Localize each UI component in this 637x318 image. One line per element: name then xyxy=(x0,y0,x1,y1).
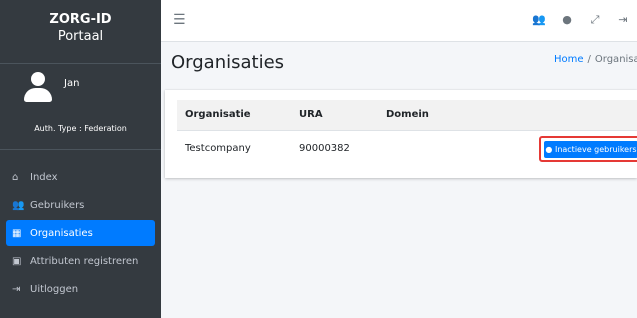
sidebar-item-label: Index xyxy=(30,171,58,183)
highlight-box: ● Inactieve gebruikers xyxy=(539,136,637,162)
inactive-users-button-label: Inactieve gebruikers xyxy=(554,145,637,154)
cell-ura: 90000382 xyxy=(299,143,350,154)
sidebar-item-label: Gebruikers xyxy=(30,199,85,211)
building-icon: ▦ xyxy=(12,227,22,239)
users-icon: 👥 xyxy=(12,199,25,211)
logout-icon[interactable]: ⇥ xyxy=(609,13,637,27)
sidebar-nav: ⌂ Index 👥 Gebruikers ▦ Organisaties ▣ At… xyxy=(0,164,161,302)
avatar-icon xyxy=(24,72,52,104)
sign-out-icon: ⇥ xyxy=(12,283,21,295)
column-header-ura: URA xyxy=(299,109,323,120)
brand-subtitle: Portaal xyxy=(57,29,104,44)
table-row: Testcompany 90000382 ● Inactieve gebruik… xyxy=(177,130,637,170)
sidebar-item-attributen-registreren[interactable]: ▣ Attributen registreren xyxy=(6,248,155,274)
topbar: ☰ 👥 ● ⤢ ⇥ xyxy=(161,0,637,42)
breadcrumb: Home/Organisaties xyxy=(554,54,637,65)
home-icon: ⌂ xyxy=(12,171,19,183)
menu-icon[interactable]: ☰ xyxy=(173,12,186,28)
sidebar-item-gebruikers[interactable]: 👥 Gebruikers xyxy=(6,192,155,218)
sidebar-item-label: Organisaties xyxy=(30,227,93,239)
cell-organisatie: Testcompany xyxy=(185,143,251,154)
content-header: Organisaties Home/Organisaties xyxy=(161,42,637,90)
user-icon: ● xyxy=(545,145,553,154)
brand[interactable]: ZORG-ID Portaal xyxy=(0,0,161,64)
organisations-table: Organisatie URA Domein Testcompany 90000… xyxy=(177,100,637,170)
sidebar: ZORG-ID Portaal Jan Auth. Type : Federat… xyxy=(0,0,161,318)
page-title: Organisaties xyxy=(171,52,285,73)
sidebar-item-label: Attributen registreren xyxy=(30,255,139,267)
user-icon[interactable]: ● xyxy=(553,13,581,27)
inactive-users-button[interactable]: ● Inactieve gebruikers xyxy=(544,141,637,158)
brand-title: ZORG-ID xyxy=(49,12,112,27)
auth-type-label: Auth. Type : Federation xyxy=(0,112,161,150)
sidebar-item-uitloggen[interactable]: ⇥ Uitloggen xyxy=(6,276,155,302)
table-header-row: Organisatie URA Domein xyxy=(177,100,637,130)
column-header-domein: Domein xyxy=(386,109,429,120)
breadcrumb-separator: / xyxy=(587,54,591,65)
topbar-icons: 👥 ● ⤢ ⇥ xyxy=(525,13,637,27)
breadcrumb-current: Organisaties xyxy=(594,54,637,65)
user-name[interactable]: Jan xyxy=(64,78,79,89)
sidebar-item-organisaties[interactable]: ▦ Organisaties xyxy=(6,220,155,246)
expand-icon[interactable]: ⤢ xyxy=(581,13,609,27)
breadcrumb-home-link[interactable]: Home xyxy=(554,54,584,65)
sidebar-item-index[interactable]: ⌂ Index xyxy=(6,164,155,190)
column-header-organisatie: Organisatie xyxy=(185,109,251,120)
id-card-icon: ▣ xyxy=(12,255,22,267)
organisations-card: Organisatie URA Domein Testcompany 90000… xyxy=(165,90,637,178)
sidebar-item-label: Uitloggen xyxy=(30,283,79,295)
user-panel: Jan xyxy=(0,64,161,112)
users-icon[interactable]: 👥 xyxy=(525,13,553,27)
